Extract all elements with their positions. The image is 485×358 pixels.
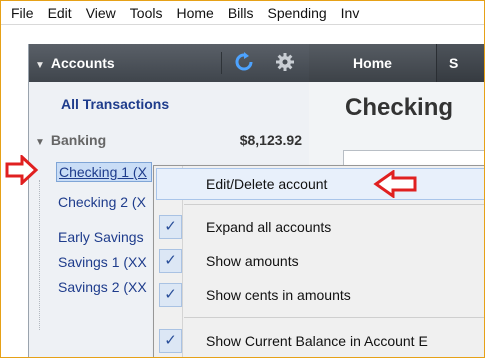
header-divider — [221, 52, 222, 74]
menu-item-label: Show cents in amounts — [206, 287, 351, 303]
checkmark-icon: ✓ — [159, 249, 182, 273]
checkmark-icon: ✓ — [159, 215, 182, 239]
app-window: File Edit View Tools Home Bills Spending… — [0, 0, 485, 358]
accounts-header: ▼ Accounts — [29, 44, 310, 82]
top-navigation: Home S — [309, 44, 484, 82]
account-early-savings[interactable]: Early Savings — [58, 229, 144, 245]
refresh-icon[interactable] — [234, 52, 254, 72]
account-context-menu: Edit/Delete account ✓ Expand all account… — [153, 165, 484, 357]
annotation-arrow-icon — [373, 170, 417, 198]
menu-item-show-current-balance[interactable]: ✓ Show Current Balance in Account E — [154, 326, 484, 356]
menu-view[interactable]: View — [79, 5, 123, 21]
menu-file[interactable]: File — [4, 5, 41, 21]
banking-group-label: Banking — [50, 132, 107, 148]
menu-investing[interactable]: Inv — [334, 5, 367, 21]
accounts-collapse-toggle[interactable]: ▼ Accounts — [35, 55, 115, 71]
menu-item-label: Show Current Balance in Account E — [206, 333, 428, 349]
menu-item-label: Expand all accounts — [206, 219, 332, 235]
menu-item-show-cents[interactable]: ✓ Show cents in amounts — [154, 280, 484, 310]
checkmark-icon: ✓ — [159, 329, 182, 353]
accounts-header-title: Accounts — [50, 55, 115, 71]
menu-edit[interactable]: Edit — [41, 5, 79, 21]
menu-separator — [184, 317, 484, 318]
menu-bills[interactable]: Bills — [221, 5, 261, 21]
menu-bar: File Edit View Tools Home Bills Spending… — [1, 1, 484, 25]
menu-item-label: Show amounts — [206, 253, 299, 269]
account-savings-2[interactable]: Savings 2 (XX — [58, 279, 147, 295]
tree-guide-line — [39, 180, 41, 330]
menu-item-show-amounts[interactable]: ✓ Show amounts — [154, 246, 484, 276]
banking-group-total: $8,123.92 — [239, 132, 302, 148]
menu-separator — [184, 204, 484, 205]
menu-spending[interactable]: Spending — [261, 5, 334, 21]
tab-home[interactable]: Home — [309, 44, 437, 82]
gear-icon[interactable] — [275, 52, 295, 72]
checkmark-icon: ✓ — [159, 283, 182, 307]
account-checking-2[interactable]: Checking 2 (X — [58, 194, 146, 210]
collapse-triangle-icon: ▼ — [35, 137, 45, 148]
annotation-arrow-icon — [5, 155, 39, 185]
collapse-triangle-icon: ▼ — [35, 60, 45, 71]
menu-item-edit-delete-account[interactable]: Edit/Delete account — [156, 168, 484, 200]
banking-group-header[interactable]: ▼ Banking $8,123.92 — [35, 132, 302, 154]
all-transactions-link[interactable]: All Transactions — [61, 96, 169, 112]
menu-item-label: Edit/Delete account — [206, 176, 328, 192]
menu-tools[interactable]: Tools — [123, 5, 170, 21]
account-checking-1[interactable]: Checking 1 (X — [56, 162, 152, 182]
tab-spending[interactable]: S — [437, 44, 484, 82]
page-title: Checking — [345, 94, 454, 121]
menu-home[interactable]: Home — [169, 5, 220, 21]
menu-item-expand-all-accounts[interactable]: ✓ Expand all accounts — [154, 212, 484, 242]
account-savings-1[interactable]: Savings 1 (XX — [58, 254, 147, 270]
